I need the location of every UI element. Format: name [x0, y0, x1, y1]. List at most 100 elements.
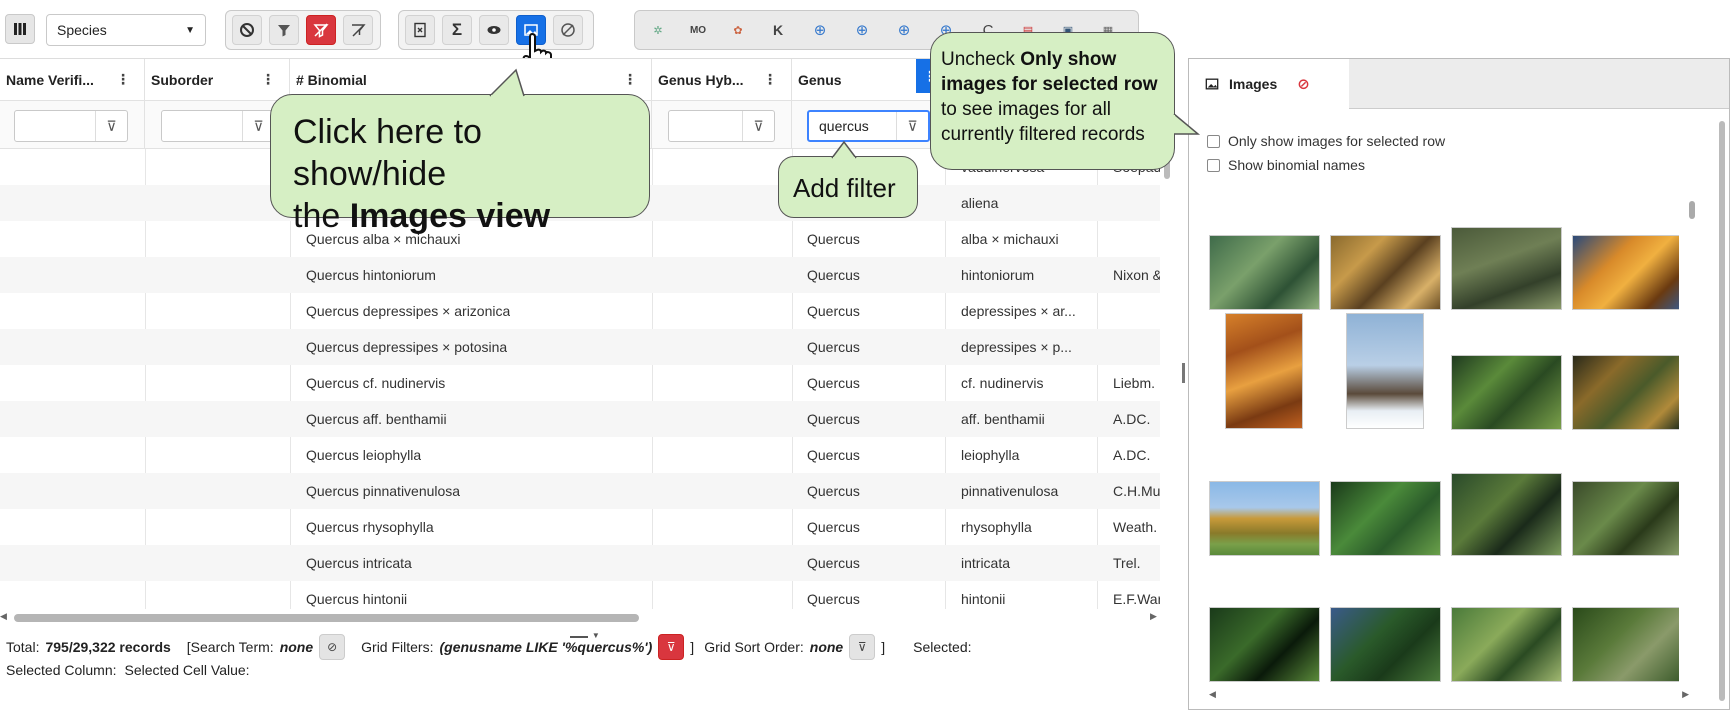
author-cell: A.DC. — [1113, 447, 1151, 463]
oak-image-thumbnail[interactable] — [1572, 355, 1679, 430]
clear-grid-filters-button[interactable]: ⊽ — [658, 634, 685, 660]
epithet-cell: aliena — [961, 195, 999, 211]
genus-cell: Quercus — [807, 591, 860, 607]
scroll-right-icon[interactable]: ▶ — [1682, 689, 1689, 700]
filter-button[interactable] — [269, 15, 299, 45]
table-row[interactable]: Quercus depressipes × potosina Quercus d… — [0, 329, 1160, 365]
summary-button[interactable]: Σ — [442, 15, 472, 45]
add-filter-callout: Add filter — [778, 156, 918, 218]
panel-vertical-scrollbar[interactable] — [1715, 109, 1729, 709]
species-select[interactable]: Species ▼ — [46, 14, 206, 46]
oak-image-thumbnail[interactable] — [1209, 481, 1320, 556]
mo-icon[interactable]: MO — [685, 17, 711, 43]
images-tab[interactable]: Images ⊘ — [1189, 59, 1349, 109]
clear-search-term-button[interactable]: ⊘ — [319, 634, 346, 660]
genus-cell: Quercus — [807, 411, 860, 427]
clear-search-button[interactable] — [232, 15, 262, 45]
kebab-menu-icon[interactable]: ⋮ — [116, 71, 130, 88]
author-cell — [1113, 293, 1160, 329]
oak-image-thumbnail[interactable] — [1451, 227, 1562, 310]
oak-image-thumbnail[interactable] — [1330, 481, 1441, 556]
sort-off-icon: ⊽ — [857, 640, 867, 654]
oak-image-thumbnail[interactable] — [1572, 235, 1679, 310]
callout-line: the Images view — [293, 195, 627, 237]
globe-icon[interactable]: ⊕ — [849, 17, 875, 43]
filter-off-icon[interactable]: ⊽ — [896, 112, 928, 140]
grid-vertical-scrollbar[interactable] — [1160, 149, 1174, 609]
filter-input[interactable]: ⊽ — [14, 110, 128, 142]
oak-image-thumbnail[interactable] — [1451, 473, 1562, 556]
table-row[interactable]: Quercus pinnativenulosa Quercus pinnativ… — [0, 473, 1160, 509]
gbif-icon[interactable]: ✲ — [645, 17, 671, 43]
author-cell: E.F.Warl — [1113, 591, 1160, 607]
columns-toggle-button[interactable] — [5, 14, 35, 44]
filter-off-icon[interactable]: ⊽ — [742, 111, 774, 141]
scrollbar-thumb[interactable] — [1689, 201, 1695, 219]
table-row[interactable]: Quercus rhysophylla Quercus rhysophylla … — [0, 509, 1160, 545]
author-cell — [1113, 221, 1160, 257]
scrollbar-thumb[interactable] — [14, 614, 639, 622]
column-header-suborder[interactable]: Suborder ⋮ — [145, 59, 290, 101]
oak-image-thumbnail[interactable] — [1225, 313, 1303, 429]
close-icon[interactable]: ⊘ — [1297, 75, 1310, 93]
oak-image-thumbnail[interactable] — [1346, 313, 1424, 429]
kebab-menu-icon[interactable]: ⋮ — [261, 71, 275, 88]
checkbox-box[interactable] — [1207, 158, 1220, 172]
filter-off-icon[interactable]: ⊽ — [95, 111, 127, 141]
oak-image-thumbnail[interactable] — [1451, 607, 1562, 682]
checkbox-box[interactable] — [1207, 134, 1220, 148]
epithet-cell: depressipes × ar... — [961, 303, 1076, 319]
filter-input[interactable]: ⊽ — [161, 110, 275, 142]
thumbnails-vertical-scrollbar[interactable] — [1687, 187, 1697, 687]
callout-pointer — [1170, 113, 1201, 135]
oak-image-thumbnail[interactable] — [1451, 355, 1562, 430]
grid-horizontal-scrollbar[interactable]: ◀ ▶ — [0, 611, 1160, 625]
show-binomial-names-checkbox[interactable]: Show binomial names — [1207, 153, 1445, 177]
globe-icon[interactable]: ⊕ — [891, 17, 917, 43]
grid-filters-value: (genusname LIKE '%quercus%') — [439, 639, 653, 655]
table-row[interactable]: Quercus cf. nudinervis Quercus cf. nudin… — [0, 365, 1160, 401]
globe-off-icon — [561, 23, 575, 37]
oak-image-thumbnail[interactable] — [1330, 607, 1441, 682]
scrollbar-thumb[interactable] — [1719, 121, 1725, 701]
filter-cell: ⊽ — [0, 101, 145, 149]
table-row[interactable]: Quercus leiophylla Quercus leiophylla A.… — [0, 437, 1160, 473]
kebab-menu-icon[interactable]: ⋮ — [763, 71, 777, 88]
callout-text: the — [293, 197, 350, 235]
view-button[interactable] — [479, 15, 509, 45]
clear-sort-button[interactable] — [343, 15, 373, 45]
globe-icon[interactable]: ⊕ — [807, 17, 833, 43]
splitter-grip[interactable] — [1182, 363, 1185, 383]
column-header-name-verified[interactable]: Name Verifi... ⋮ — [0, 59, 145, 101]
column-header-genus-hybrid[interactable]: Genus Hyb... ⋮ — [652, 59, 792, 101]
table-row[interactable]: Quercus depressipes × arizonica Quercus … — [0, 293, 1160, 329]
filter-input[interactable]: ⊽ — [668, 110, 775, 142]
callout-pointer — [489, 68, 525, 99]
clear-sort-button[interactable]: ⊽ — [849, 634, 876, 660]
callout-pointer — [831, 140, 857, 161]
export-button[interactable] — [405, 15, 435, 45]
oak-image-thumbnail[interactable] — [1572, 481, 1679, 556]
table-row[interactable]: Quercus hintoniorum Quercus hintoniorum … — [0, 257, 1160, 293]
oak-image-thumbnail[interactable] — [1330, 235, 1441, 310]
table-row[interactable]: Quercus hintonii Quercus hintonii E.F.Wa… — [0, 581, 1160, 609]
clear-grid-filters-button[interactable] — [306, 15, 336, 45]
column-header-genus[interactable]: Genus ⋮ — [792, 59, 945, 101]
oak-image-thumbnail[interactable] — [1209, 607, 1320, 682]
panel-splitter[interactable] — [1180, 58, 1188, 708]
oak-image-thumbnail[interactable] — [1572, 607, 1679, 682]
table-row[interactable]: Quercus intricata Quercus intricata Trel… — [0, 545, 1160, 581]
scroll-left-icon[interactable]: ◀ — [1209, 689, 1216, 699]
status-line-1: Total: 795/29,322 records [Search Term: … — [6, 634, 972, 660]
scroll-left-icon[interactable]: ◀ — [0, 611, 7, 622]
k-icon[interactable]: K — [765, 17, 791, 43]
thumbnails-horizontal-scrollbar[interactable]: ◀ ▶ — [1209, 689, 1689, 701]
kebab-menu-icon[interactable]: ⋮ — [623, 71, 637, 88]
scroll-right-icon[interactable]: ▶ — [1150, 611, 1157, 622]
genus-filter-input[interactable]: quercus ⊽ — [807, 110, 930, 142]
image-thumbnails — [1209, 219, 1679, 689]
only-selected-row-checkbox[interactable]: Only show images for selected row — [1207, 129, 1445, 153]
oak-image-thumbnail[interactable] — [1209, 235, 1320, 310]
inat-icon[interactable]: ✿ — [725, 17, 751, 43]
table-row[interactable]: Quercus aff. benthamii Quercus aff. bent… — [0, 401, 1160, 437]
